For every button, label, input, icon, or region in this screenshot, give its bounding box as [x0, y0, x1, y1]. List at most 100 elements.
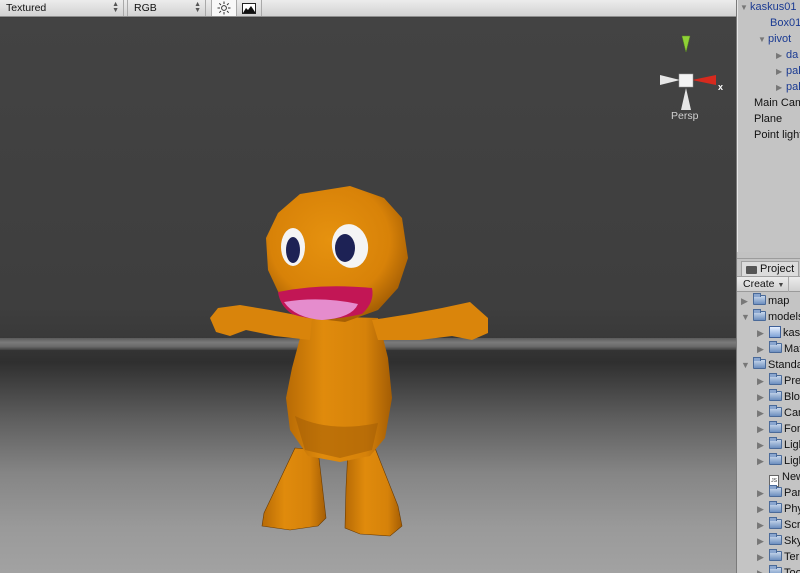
expand-arrow-icon[interactable]: ▼ [758, 32, 768, 48]
folder-icon [769, 533, 782, 545]
project-item[interactable]: ▶ map [741, 293, 789, 309]
scene-view[interactable]: Textured ▲ ▼ RGB ▲ ▼ x Persp [0, 0, 736, 573]
project-item[interactable]: ▶Particles [757, 485, 800, 501]
folder-icon [769, 373, 782, 385]
right-arm [372, 302, 488, 340]
folder-icon [753, 357, 766, 369]
collapse-arrow-icon[interactable]: ▶ [757, 437, 769, 453]
project-item[interactable]: JSNewBehaviourScript [769, 469, 800, 487]
gizmo-x-axis-label: x [718, 82, 724, 92]
hierarchy-item[interactable]: ▶ pal [776, 63, 800, 79]
project-item[interactable]: ▶Terrain Assets [757, 549, 800, 565]
collapse-arrow-icon[interactable]: ▶ [757, 501, 769, 517]
folder-icon [769, 421, 782, 433]
folder-icon [769, 485, 782, 497]
folder-icon [769, 517, 782, 529]
project-item[interactable]: ▶Physic Materials [757, 501, 800, 517]
collapse-arrow-icon[interactable]: ▶ [776, 48, 786, 64]
scene-skybox-toggle[interactable] [237, 0, 262, 16]
collapse-arrow-icon[interactable]: ▶ [757, 325, 769, 341]
project-item[interactable]: ▼Standard Assets [741, 357, 800, 373]
collapse-arrow-icon[interactable]: ▶ [741, 293, 753, 309]
gizmo-neg-x-axis-cone [660, 75, 680, 85]
project-item[interactable]: ▶Materials [757, 341, 800, 357]
left-leg [261, 447, 327, 531]
updown-arrows-icon: ▲ ▼ [112, 1, 119, 14]
gizmo-x-axis-cone [692, 75, 716, 85]
prefab-icon [769, 326, 781, 338]
expand-arrow-icon[interactable]: ▼ [741, 309, 753, 325]
project-item[interactable]: ▶Light Cookies [757, 437, 800, 453]
folder-icon [769, 389, 782, 401]
right-eye-pupil [335, 234, 355, 262]
hierarchy-item[interactable]: Main Camera [754, 95, 800, 111]
collapse-arrow-icon[interactable]: ▶ [757, 549, 769, 565]
project-toolbar: Create ▼ [737, 276, 800, 292]
right-leg [344, 447, 403, 537]
color-mode-value: RGB [134, 2, 157, 14]
collapse-arrow-icon[interactable]: ▶ [757, 389, 769, 405]
hierarchy-panel[interactable]: ▼ kaskus01 Box01 ▼ pivot ▶ da ▶ pal ▶ pal Mai… [737, 0, 800, 252]
scene-toolbar: Textured ▲ ▼ RGB ▲ ▼ [0, 0, 736, 17]
create-dropdown[interactable]: Create ▼ [743, 277, 790, 292]
collapse-arrow-icon[interactable]: ▶ [757, 421, 769, 437]
folder-icon [769, 453, 782, 465]
hierarchy-item[interactable]: ▶ pal [776, 79, 800, 95]
project-item[interactable]: ▶Scripts [757, 517, 800, 533]
projection-mode-label[interactable]: Persp [671, 110, 698, 122]
collapse-arrow-icon[interactable]: ▶ [757, 453, 769, 469]
expand-arrow-icon[interactable]: ▼ [740, 0, 750, 16]
color-mode-dropdown[interactable]: RGB ▲ ▼ [128, 0, 206, 16]
collapse-arrow-icon[interactable]: ▶ [757, 341, 769, 357]
project-item[interactable]: ▶Toon Shading [757, 565, 800, 573]
scene-viewport[interactable]: x Persp [0, 18, 736, 573]
project-item[interactable]: ▶Camera Scripts [757, 405, 800, 421]
collapse-arrow-icon[interactable]: ▶ [757, 405, 769, 421]
project-panel[interactable]: Project Create ▼ ▶map ▼models ▶kaskus01 … [737, 258, 800, 573]
project-item[interactable]: ▶Light Flares [757, 453, 800, 469]
left-eye-pupil [286, 237, 300, 263]
project-item[interactable]: ▶Blob Shadow [757, 389, 800, 405]
hierarchy-item[interactable]: Point light [754, 127, 800, 143]
folder-icon [769, 437, 782, 449]
folder-icon [769, 565, 782, 573]
hierarchy-item[interactable]: ▶ da [776, 47, 798, 63]
chevron-down-icon: ▼ [777, 282, 785, 289]
folder-icon [769, 549, 782, 561]
hierarchy-item[interactable]: Box01 [770, 15, 800, 31]
image-icon [242, 2, 256, 14]
project-item[interactable]: ▼ models [741, 309, 800, 325]
collapse-arrow-icon[interactable]: ▶ [757, 565, 769, 573]
updown-arrows-icon: ▲ ▼ [194, 1, 201, 14]
gizmo-center-cube [678, 73, 694, 88]
expand-arrow-icon[interactable]: ▼ [741, 357, 753, 373]
folder-icon [769, 501, 782, 513]
folder-icon [746, 265, 757, 274]
collapse-arrow-icon[interactable]: ▶ [757, 517, 769, 533]
character-model[interactable] [0, 18, 736, 573]
collapse-arrow-icon[interactable]: ▶ [776, 64, 786, 80]
hierarchy-item[interactable]: ▼ pivot [758, 31, 791, 47]
project-item[interactable]: ▶kaskus01 [757, 325, 800, 341]
gizmo-y-axis-cone [681, 35, 691, 53]
scene-lighting-toggle[interactable] [212, 0, 237, 16]
project-tab[interactable]: Project [741, 261, 800, 277]
folder-icon [769, 341, 782, 353]
folder-icon [753, 293, 766, 305]
render-mode-value: Textured [6, 2, 47, 14]
hierarchy-item[interactable]: Plane [754, 111, 782, 127]
hierarchy-item[interactable]: ▼ kaskus01 [740, 0, 796, 15]
right-panels: ▼ kaskus01 Box01 ▼ pivot ▶ da ▶ pal ▶ pal Mai… [736, 0, 800, 573]
sun-icon [217, 1, 231, 15]
render-mode-dropdown[interactable]: Textured ▲ ▼ [0, 0, 124, 16]
folder-icon [769, 405, 782, 417]
collapse-arrow-icon[interactable]: ▶ [757, 373, 769, 389]
collapse-arrow-icon[interactable]: ▶ [757, 485, 769, 501]
project-item[interactable]: ▶Prefabs [757, 373, 800, 389]
collapse-arrow-icon[interactable]: ▶ [757, 533, 769, 549]
gizmo-neg-y-axis-cone [681, 88, 691, 110]
project-item[interactable]: ▶Skyboxes [757, 533, 800, 549]
project-item[interactable]: ▶Fonts [757, 421, 800, 437]
collapse-arrow-icon[interactable]: ▶ [776, 80, 786, 96]
folder-icon [753, 309, 766, 321]
